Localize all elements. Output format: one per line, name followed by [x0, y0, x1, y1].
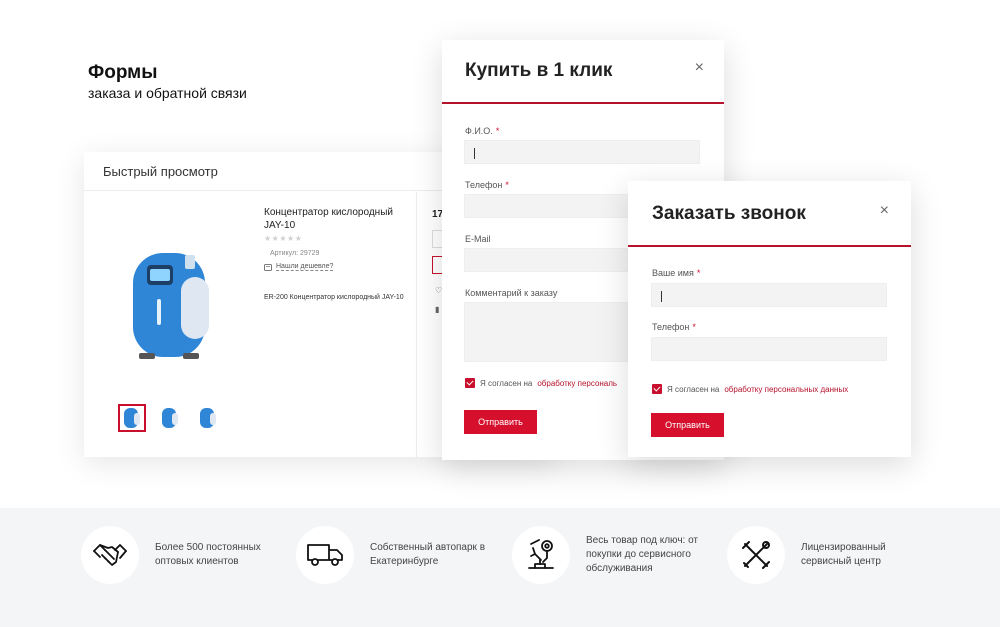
buy-modal-title: Купить в 1 клик [465, 60, 613, 81]
consent-row: Я согласен на обработку персональ [465, 378, 617, 388]
oxygen-concentrator-image[interactable] [121, 247, 217, 369]
submit-button[interactable]: Отправить [651, 413, 724, 437]
found-cheaper-link[interactable]: Нашли дешевле? [264, 263, 334, 271]
feature-text: Более 500 постоянных оптовых клиентов [155, 542, 261, 567]
request-call-modal: Заказать звонок × Ваше имя * Телефон * Я с… [628, 181, 911, 457]
price-tag-icon [264, 263, 272, 271]
truck-icon [296, 526, 354, 584]
text-caret [661, 291, 662, 302]
tools-icon [727, 526, 785, 584]
product-name[interactable]: Концентратор кислородный JAY-10 [264, 206, 404, 232]
hero-subtitle: заказа и обратной связи [88, 85, 247, 101]
close-icon[interactable]: × [880, 203, 889, 219]
consent-text: Я согласен на [480, 378, 533, 388]
call-modal-title: Заказать звонок [652, 203, 806, 224]
feature-item: Весь товар под ключ: от покупки до сервис… [512, 526, 698, 584]
handshake-icon [81, 526, 139, 584]
features-strip: Более 500 постоянных оптовых клиентов Соб… [0, 508, 1000, 627]
feature-text: Лицензированный сервисный центр [801, 542, 886, 567]
product-sku: Артикул: 29729 [270, 250, 320, 257]
consent-row: Я согласен на обработку персональных дан… [652, 384, 848, 394]
text-caret [474, 148, 475, 159]
consent-checkbox[interactable] [652, 384, 662, 394]
consent-text: Я согласен на [667, 384, 720, 394]
feature-text: Весь товар под ключ: от покупки до сервис… [586, 535, 699, 574]
rating-stars: ★★★★★ [264, 234, 303, 243]
quick-view-divider [416, 192, 417, 457]
call-phone-input[interactable] [651, 337, 887, 361]
feature-item: Собственный автопарк в Екатеринбурге [296, 526, 485, 584]
email-label: E-Mail [465, 234, 491, 244]
fio-input[interactable] [464, 140, 700, 164]
close-icon[interactable]: × [695, 60, 704, 76]
hero-title: Формы [88, 62, 158, 83]
submit-button[interactable]: Отправить [464, 410, 537, 434]
consent-checkbox[interactable] [465, 378, 475, 388]
phone-label: Телефон * [465, 180, 509, 190]
feature-item: Лицензированный сервисный центр [727, 526, 886, 584]
buy-modal-header: Купить в 1 клик × [442, 40, 724, 104]
chart-icon[interactable]: ▮ [435, 305, 439, 314]
call-modal-header: Заказать звонок × [628, 181, 911, 247]
microscope-icon [512, 526, 570, 584]
quick-view-title: Быстрый просмотр [103, 164, 218, 179]
product-description: ER-200 Концентратор кислородный JAY-10 [264, 294, 404, 301]
comment-label: Комментарий к заказу [465, 288, 558, 298]
thumbnail-list [118, 404, 222, 432]
feature-item: Более 500 постоянных оптовых клиентов [81, 526, 261, 584]
consent-link[interactable]: обработку персональных данных [724, 385, 848, 394]
fio-label: Ф.И.О. * [465, 126, 500, 136]
thumbnail-1[interactable] [118, 404, 146, 432]
feature-text: Собственный автопарк в Екатеринбурге [370, 542, 486, 567]
found-cheaper-label: Нашли дешевле? [276, 263, 334, 271]
call-phone-label: Телефон * [652, 322, 696, 332]
name-input[interactable] [651, 283, 887, 307]
thumbnail-2[interactable] [156, 404, 184, 432]
thumbnail-3[interactable] [194, 404, 222, 432]
consent-link[interactable]: обработку персональ [537, 379, 617, 388]
name-label: Ваше имя * [652, 268, 701, 278]
